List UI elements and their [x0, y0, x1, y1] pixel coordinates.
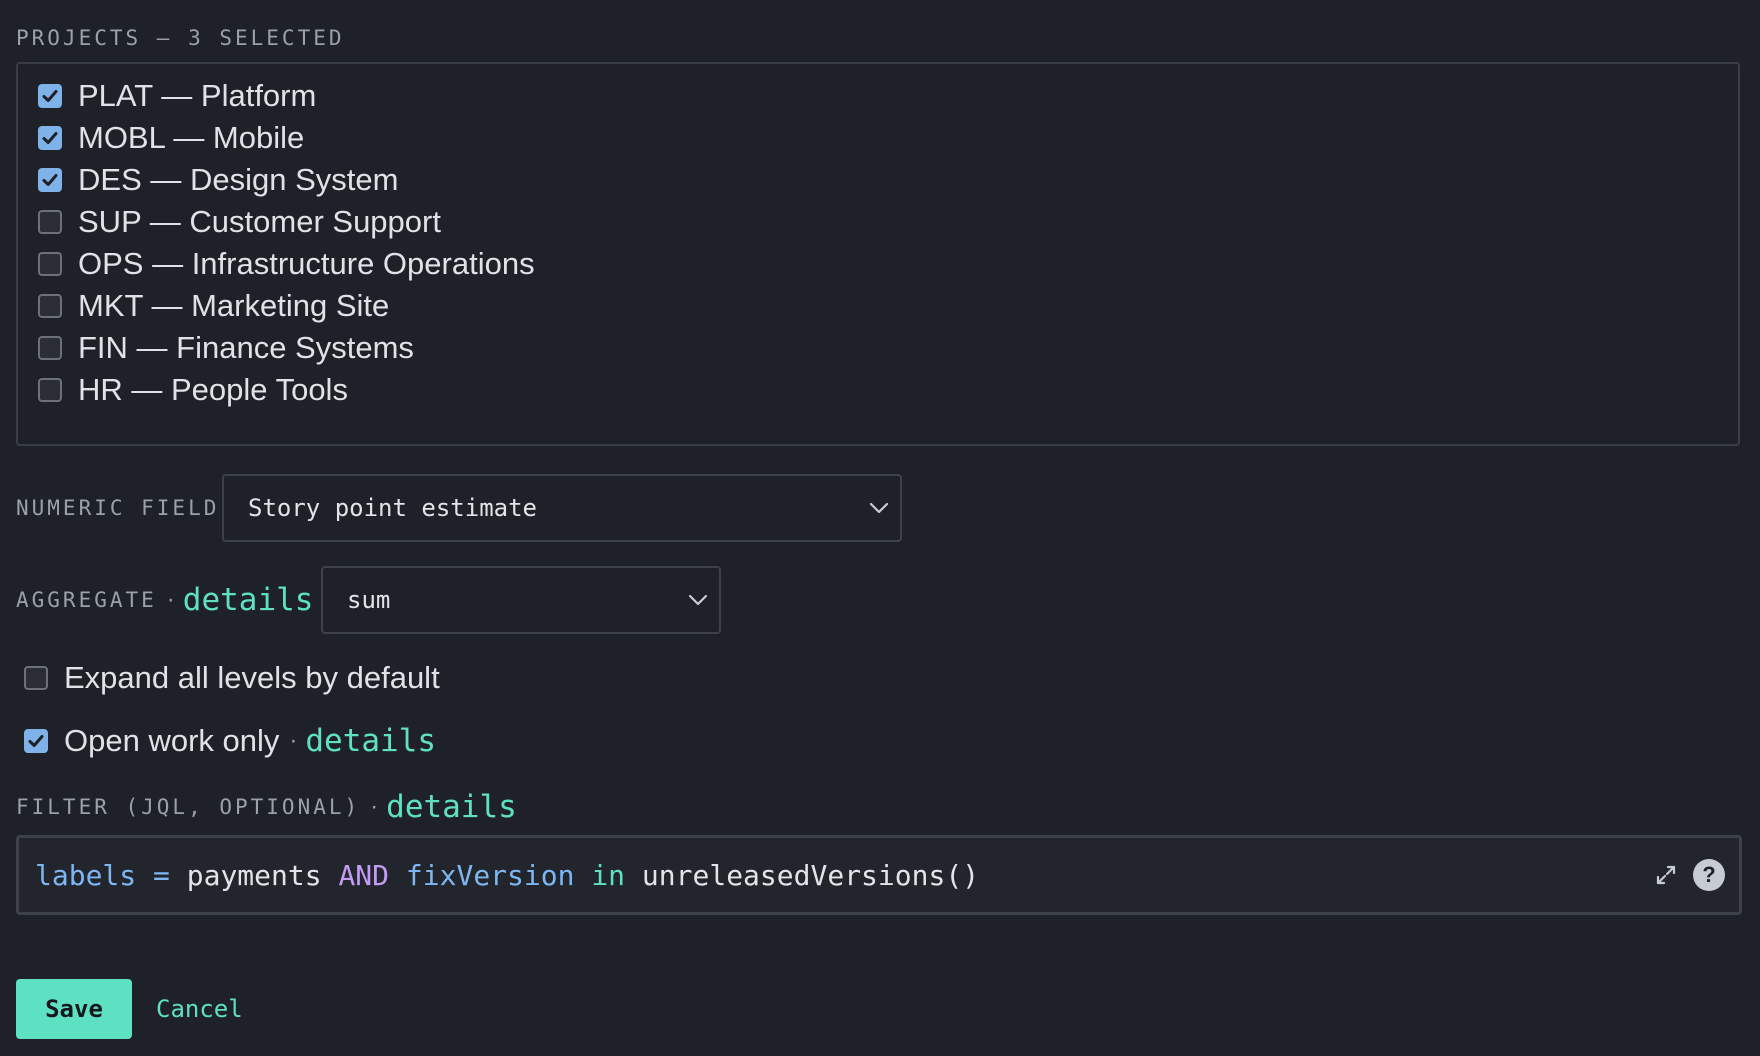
open-work-checkbox[interactable]	[24, 729, 48, 753]
project-label: SUP — Customer Support	[78, 204, 441, 239]
checkmark-icon	[28, 735, 44, 747]
jql-token-field: labels	[35, 858, 137, 892]
project-label: MOBL — Mobile	[78, 120, 305, 155]
filter-details-link[interactable]: details	[386, 789, 517, 825]
checkmark-icon	[42, 132, 58, 144]
project-label: FIN — Finance Systems	[78, 330, 414, 365]
jql-token-field: fixVersion	[405, 858, 575, 892]
checkmark-icon	[42, 90, 58, 102]
numeric-field-select[interactable]: Story point estimate	[222, 474, 902, 542]
project-item-fin[interactable]: FIN — Finance Systems	[38, 328, 414, 368]
project-checkbox-plat[interactable]	[38, 84, 62, 108]
jql-token-value: payments	[186, 858, 322, 892]
cancel-button[interactable]: Cancel	[150, 979, 249, 1039]
project-item-des[interactable]: DES — Design System	[38, 160, 398, 200]
project-checkbox-des[interactable]	[38, 168, 62, 192]
numeric-field-value: Story point estimate	[248, 494, 537, 522]
jql-token-operator: =	[153, 858, 170, 892]
chevron-down-icon	[688, 594, 708, 606]
jql-filter-input[interactable]: labels = payments AND fixVersion in unre…	[16, 835, 1742, 915]
project-label: OPS — Infrastructure Operations	[78, 246, 535, 281]
project-item-hr[interactable]: HR — People Tools	[38, 370, 348, 410]
expand-all-label: Expand all levels by default	[64, 660, 440, 695]
project-item-mobl[interactable]: MOBL — Mobile	[38, 118, 304, 158]
separator-dot: ·	[370, 793, 379, 820]
project-checkbox-fin[interactable]	[38, 336, 62, 360]
project-checkbox-mkt[interactable]	[38, 294, 62, 318]
jql-token-function: unreleasedVersions()	[641, 858, 980, 892]
project-label: HR — People Tools	[78, 372, 348, 407]
project-label: DES — Design System	[78, 162, 399, 197]
project-checkbox-hr[interactable]	[38, 378, 62, 402]
project-checkbox-mobl[interactable]	[38, 126, 62, 150]
project-item-sup[interactable]: SUP — Customer Support	[38, 202, 441, 242]
project-checkbox-ops[interactable]	[38, 252, 62, 276]
projects-label: PROJECTS — 3 SELECTED	[16, 26, 345, 50]
save-button[interactable]: Save	[16, 979, 132, 1039]
expand-all-option[interactable]: Expand all levels by default	[24, 656, 440, 700]
checkmark-icon	[42, 174, 58, 186]
projects-list[interactable]: PLAT — Platform MOBL — Mobile DES — Desi…	[16, 62, 1740, 446]
aggregate-details-link[interactable]: details	[183, 582, 314, 618]
open-work-option[interactable]: Open work only · details	[24, 719, 436, 763]
separator-dot: ·	[166, 586, 175, 613]
project-checkbox-sup[interactable]	[38, 210, 62, 234]
project-label: PLAT — Platform	[78, 78, 317, 113]
filter-label-row: FILTER (JQL, OPTIONAL) · details	[16, 786, 517, 828]
help-icon[interactable]: ?	[1693, 859, 1725, 891]
numeric-field-label: NUMERIC FIELD	[16, 496, 220, 520]
project-item-mkt[interactable]: MKT — Marketing Site	[38, 286, 389, 326]
separator-dot: ·	[289, 727, 298, 754]
project-item-plat[interactable]: PLAT — Platform	[38, 76, 316, 116]
filter-label: FILTER (JQL, OPTIONAL)	[16, 795, 361, 819]
aggregate-value: sum	[347, 586, 391, 614]
jql-token-keyword: AND	[338, 858, 390, 892]
jql-token-operator: in	[591, 858, 626, 892]
expand-all-checkbox[interactable]	[24, 666, 48, 690]
aggregate-label: AGGREGATE	[16, 588, 157, 612]
project-item-ops[interactable]: OPS — Infrastructure Operations	[38, 244, 535, 284]
jql-query[interactable]: labels = payments AND fixVersion in unre…	[35, 859, 979, 892]
aggregate-select[interactable]: sum	[321, 566, 721, 634]
project-label: MKT — Marketing Site	[78, 288, 390, 323]
expand-editor-icon[interactable]	[1651, 860, 1681, 890]
open-work-label: Open work only	[64, 723, 280, 758]
expand-arrows-icon	[1656, 865, 1676, 885]
chevron-down-icon	[869, 502, 889, 514]
open-work-details-link[interactable]: details	[305, 723, 436, 759]
aggregate-label-row: AGGREGATE · details	[16, 580, 313, 620]
